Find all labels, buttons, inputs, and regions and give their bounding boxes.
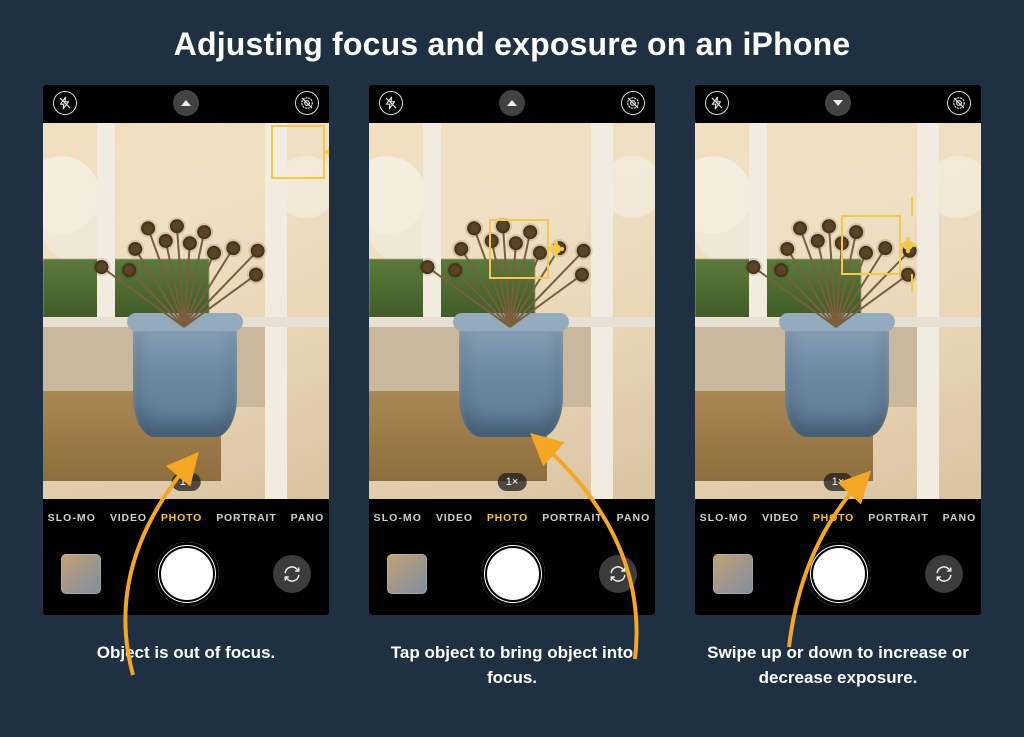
panel-caption: Object is out of focus. — [43, 641, 329, 666]
last-photo-thumbnail[interactable] — [713, 554, 753, 594]
mode-selector[interactable]: SLO-MO VIDEO PHOTO PORTRAIT PANO — [369, 503, 655, 533]
iphone-camera-ui: 1× SLO-MO VIDEO PHOTO PORTRAIT PANO — [369, 85, 655, 615]
flash-off-icon[interactable] — [379, 91, 403, 115]
live-photo-off-icon[interactable] — [947, 91, 971, 115]
mode-portrait[interactable]: PORTRAIT — [868, 512, 928, 524]
focus-indicator — [841, 215, 901, 275]
mode-slo-mo[interactable]: SLO-MO — [374, 512, 422, 524]
zoom-level[interactable]: 1× — [172, 473, 201, 491]
flash-off-icon[interactable] — [53, 91, 77, 115]
mode-photo[interactable]: PHOTO — [813, 512, 854, 524]
mode-slo-mo[interactable]: SLO-MO — [700, 512, 748, 524]
mode-portrait[interactable]: PORTRAIT — [542, 512, 602, 524]
mode-slo-mo[interactable]: SLO-MO — [48, 512, 96, 524]
zoom-level[interactable]: 1× — [498, 473, 527, 491]
iphone-camera-ui: 1× SLO-MO VIDEO PHOTO PORTRAIT PANO — [43, 85, 329, 615]
mode-photo[interactable]: PHOTO — [487, 512, 528, 524]
zoom-level[interactable]: 1× — [824, 473, 853, 491]
chevron-down-icon[interactable] — [825, 90, 851, 116]
mode-pano[interactable]: PANO — [291, 512, 325, 524]
live-photo-off-icon[interactable] — [295, 91, 319, 115]
mode-selector[interactable]: SLO-MO VIDEO PHOTO PORTRAIT PANO — [43, 503, 329, 533]
focus-indicator — [489, 219, 549, 279]
viewfinder[interactable]: 1× — [369, 123, 655, 499]
iphone-camera-ui: 1× SLO-MO VIDEO PHOTO PORTRAIT PANO — [695, 85, 981, 615]
mode-selector[interactable]: SLO-MO VIDEO PHOTO PORTRAIT PANO — [695, 503, 981, 533]
panel-caption: Swipe up or down to increase or decrease… — [695, 641, 981, 690]
mode-video[interactable]: VIDEO — [436, 512, 473, 524]
chevron-up-icon[interactable] — [173, 90, 199, 116]
mode-portrait[interactable]: PORTRAIT — [216, 512, 276, 524]
mode-photo[interactable]: PHOTO — [161, 512, 202, 524]
chevron-up-icon[interactable] — [499, 90, 525, 116]
last-photo-thumbnail[interactable] — [61, 554, 101, 594]
mode-video[interactable]: VIDEO — [762, 512, 799, 524]
shutter-button[interactable] — [155, 542, 219, 606]
flash-off-icon[interactable] — [705, 91, 729, 115]
camera-flip-button[interactable] — [925, 555, 963, 593]
panel-caption: Tap object to bring object into focus. — [369, 641, 655, 690]
live-photo-off-icon[interactable] — [621, 91, 645, 115]
mode-pano[interactable]: PANO — [617, 512, 651, 524]
page-title: Adjusting focus and exposure on an iPhon… — [0, 0, 1024, 63]
camera-flip-button[interactable] — [599, 555, 637, 593]
mode-video[interactable]: VIDEO — [110, 512, 147, 524]
exposure-slider[interactable] — [911, 197, 913, 293]
last-photo-thumbnail[interactable] — [387, 554, 427, 594]
shutter-button[interactable] — [481, 542, 545, 606]
viewfinder[interactable]: 1× — [695, 123, 981, 499]
camera-flip-button[interactable] — [273, 555, 311, 593]
mode-pano[interactable]: PANO — [943, 512, 977, 524]
focus-indicator — [271, 125, 325, 179]
exposure-sun-icon[interactable] — [551, 244, 561, 254]
viewfinder[interactable]: 1× — [43, 123, 329, 499]
shutter-button[interactable] — [807, 542, 871, 606]
